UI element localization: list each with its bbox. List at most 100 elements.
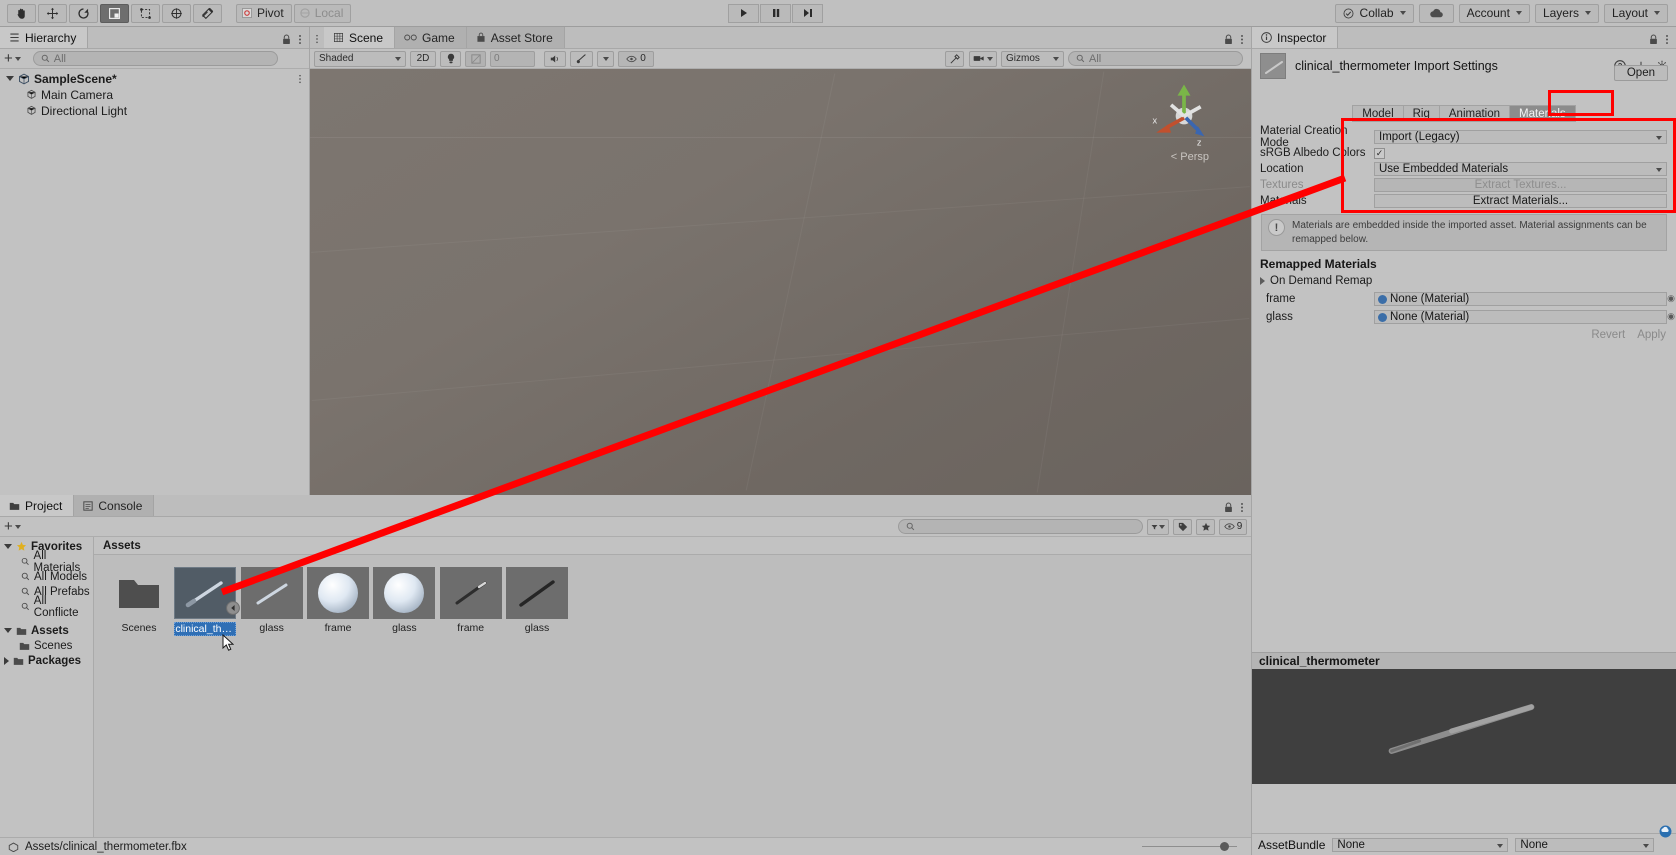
- asset-item-scenes[interactable]: Scenes: [108, 567, 170, 634]
- expand-arrow-icon[interactable]: [6, 76, 14, 81]
- asset-thumbnail: [307, 567, 370, 619]
- scene-viewport[interactable]: x z < Persp: [310, 69, 1251, 495]
- project-filter-button[interactable]: [1147, 518, 1169, 535]
- cloud-button[interactable]: [1418, 3, 1454, 23]
- tab-asset-store[interactable]: Asset Store: [466, 27, 565, 48]
- transform-tool-button[interactable]: [162, 3, 191, 23]
- hierarchy-search-input[interactable]: All: [32, 51, 278, 66]
- zoom-slider-handle[interactable]: [1220, 842, 1229, 851]
- rect-tool-button[interactable]: [131, 3, 160, 23]
- favorite-all-materials[interactable]: All Materials: [0, 550, 93, 574]
- pause-button[interactable]: [760, 3, 791, 23]
- tree-item-scenes[interactable]: Scenes: [0, 639, 93, 652]
- gizmos-dropdown[interactable]: Gizmos: [1001, 50, 1064, 67]
- glass-material-objectfield[interactable]: None (Material): [1374, 310, 1675, 324]
- favorite-all-models[interactable]: All Models: [0, 570, 93, 583]
- scene-audio-toggle[interactable]: [544, 50, 566, 67]
- play-button[interactable]: [728, 3, 759, 23]
- expand-arrow-icon[interactable]: [4, 628, 12, 633]
- frame-material-objectfield[interactable]: None (Material): [1374, 292, 1675, 306]
- lock-icon[interactable]: [1649, 34, 1658, 45]
- scene-orientation-gizmo[interactable]: x z: [1147, 79, 1221, 153]
- kebab-menu-icon[interactable]: [1240, 34, 1244, 45]
- breadcrumb[interactable]: Assets: [94, 537, 1251, 555]
- zoom-slider[interactable]: [1142, 842, 1237, 851]
- scale-tool-button[interactable]: [100, 3, 129, 23]
- expand-arrow-icon[interactable]: [4, 544, 12, 549]
- collapse-arrow-icon[interactable]: [1260, 277, 1265, 285]
- lock-icon[interactable]: [1224, 34, 1233, 45]
- scene-camera-button[interactable]: [969, 50, 997, 67]
- collab-button[interactable]: Collab: [1334, 3, 1414, 23]
- perspective-label[interactable]: < Persp: [1171, 151, 1209, 163]
- kebab-menu-icon[interactable]: [298, 34, 302, 45]
- shading-mode-dropdown[interactable]: Shaded: [314, 50, 406, 67]
- scene-effects-dropdown[interactable]: [597, 50, 614, 67]
- project-favorite-button[interactable]: [1196, 518, 1215, 535]
- transform-tools-group: [6, 3, 223, 23]
- scene-lighting-toggle[interactable]: [440, 50, 461, 67]
- hand-tool-button[interactable]: [7, 3, 36, 23]
- hierarchy-item-main-camera[interactable]: Main Camera: [0, 88, 309, 102]
- scene-fx-value[interactable]: 0: [490, 50, 535, 67]
- kebab-menu-icon[interactable]: [1665, 34, 1669, 45]
- plus-icon: +: [4, 50, 13, 67]
- tree-item-assets[interactable]: Assets: [0, 624, 93, 637]
- local-toggle-button[interactable]: Local: [293, 3, 352, 23]
- account-button[interactable]: Account: [1458, 3, 1530, 23]
- hierarchy-item-directional-light[interactable]: Directional Light: [0, 104, 309, 118]
- lock-icon[interactable]: [282, 34, 291, 45]
- project-create-button[interactable]: +: [4, 519, 21, 534]
- lock-icon[interactable]: [1224, 502, 1233, 513]
- layers-button[interactable]: Layers: [1534, 3, 1599, 23]
- custom-tool-button[interactable]: [193, 3, 222, 23]
- asset-item-clinical-thermometer[interactable]: clinical_the...: [174, 567, 241, 636]
- revert-button[interactable]: Revert: [1591, 329, 1625, 341]
- project-label-button[interactable]: [1173, 518, 1192, 535]
- hierarchy-create-button[interactable]: +: [4, 51, 21, 66]
- tag-icon: [1178, 522, 1187, 531]
- favorite-all-conflicted[interactable]: All Conflicte: [0, 595, 93, 619]
- tab-scene[interactable]: Scene: [324, 27, 396, 48]
- project-item-count[interactable]: 9: [1219, 518, 1247, 535]
- asset-item-glass-material[interactable]: glass: [373, 567, 436, 634]
- asset-item-frame-material[interactable]: frame: [307, 567, 370, 634]
- asset-item-glass-dark[interactable]: glass: [506, 567, 569, 634]
- asset-item-glass-model[interactable]: glass: [240, 567, 303, 634]
- tab-hierarchy[interactable]: Hierarchy: [0, 27, 89, 48]
- kebab-menu-icon[interactable]: [1240, 502, 1244, 513]
- preview-viewport[interactable]: [1252, 669, 1676, 784]
- asset-item-frame-dark[interactable]: frame: [439, 567, 502, 634]
- expand-preview-icon[interactable]: [226, 601, 241, 615]
- collapse-arrow-icon[interactable]: [4, 656, 9, 665]
- step-button[interactable]: [792, 3, 823, 23]
- pivot-toggle-button[interactable]: Pivot: [236, 3, 292, 23]
- kebab-menu-icon[interactable]: [315, 34, 319, 44]
- kebab-menu-icon[interactable]: [298, 74, 302, 84]
- scene-fx-toggle[interactable]: [465, 50, 486, 67]
- apply-button[interactable]: Apply: [1637, 329, 1666, 341]
- assetbundle-dropdown[interactable]: None: [1332, 837, 1509, 852]
- scene-effects-toggle[interactable]: [570, 50, 593, 67]
- tab-game[interactable]: Game: [395, 27, 467, 48]
- rotate-tool-button[interactable]: [69, 3, 98, 23]
- project-search-input[interactable]: [898, 519, 1143, 534]
- scene-tool-icon-button[interactable]: [945, 50, 964, 67]
- open-button[interactable]: Open: [1613, 65, 1668, 81]
- asset-grid[interactable]: Scenes clinical_the... glass frame glass…: [94, 555, 1251, 837]
- scene-icon: [19, 73, 29, 84]
- assetbundle-variant-dropdown[interactable]: None: [1515, 837, 1654, 852]
- scene-gizmo-count[interactable]: 0: [618, 50, 654, 67]
- tab-console[interactable]: Console: [74, 495, 155, 516]
- hierarchy-item-samplescene[interactable]: SampleScene*: [0, 72, 309, 86]
- on-demand-remap-foldout[interactable]: On Demand Remap: [1252, 273, 1676, 289]
- tab-inspector[interactable]: Inspector: [1252, 27, 1339, 48]
- cloud-status-icon[interactable]: [1659, 825, 1672, 838]
- toggle-2d-button[interactable]: 2D: [410, 50, 436, 67]
- tree-item-packages[interactable]: Packages: [0, 654, 93, 667]
- tab-project[interactable]: Project: [0, 495, 75, 516]
- scene-search-input[interactable]: All: [1068, 51, 1243, 66]
- preview-header[interactable]: clinical_thermometer: [1252, 652, 1676, 669]
- layout-button[interactable]: Layout: [1603, 3, 1668, 23]
- move-tool-button[interactable]: [38, 3, 67, 23]
